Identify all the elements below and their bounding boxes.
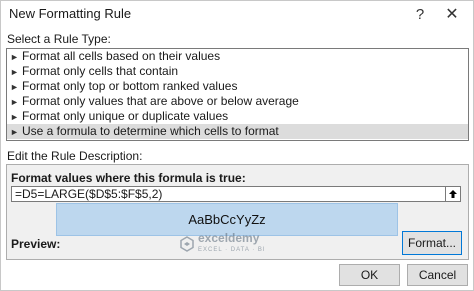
format-button[interactable]: Format... [402, 231, 462, 255]
cancel-button[interactable]: Cancel [407, 264, 468, 286]
arrow-right-icon: ► [10, 112, 19, 122]
rule-type-item[interactable]: ► Format only cells that contain [7, 64, 468, 79]
help-button[interactable]: ? [405, 1, 435, 27]
exceldemy-watermark: exceldemy EXCEL · DATA · BI [179, 232, 266, 256]
formula-value: =D5=LARGE($D$5:$F$5,2) [15, 187, 163, 201]
rule-type-item[interactable]: ► Format only top or bottom ranked values [7, 79, 468, 94]
ok-button[interactable]: OK [339, 264, 400, 286]
rule-type-item-label: Format all cells based on their values [22, 49, 221, 63]
title-bar: New Formatting Rule ? ✕ [1, 1, 473, 27]
rule-type-item-label: Format only cells that contain [22, 64, 179, 78]
watermark-name: exceldemy [198, 231, 260, 245]
rule-type-item-label: Format only values that are above or bel… [22, 94, 299, 108]
arrow-right-icon: ► [10, 67, 19, 77]
arrow-right-icon: ► [10, 127, 19, 137]
preview-label: Preview: [11, 237, 61, 251]
arrow-up-icon [449, 190, 457, 198]
collapse-dialog-button[interactable] [445, 187, 460, 201]
new-formatting-rule-dialog: New Formatting Rule ? ✕ Select a Rule Ty… [0, 0, 474, 291]
rule-type-item-label: Format only top or bottom ranked values [22, 79, 238, 93]
watermark-tagline: EXCEL · DATA · BI [198, 247, 266, 253]
formula-label: Format values where this formula is true… [11, 171, 246, 185]
arrow-right-icon: ► [10, 82, 19, 92]
rule-description-label: Edit the Rule Description: [7, 149, 143, 163]
arrow-right-icon: ► [10, 97, 19, 107]
rule-type-item[interactable]: ► Format only values that are above or be… [7, 94, 468, 109]
rule-type-item-label: Format only unique or duplicate values [22, 109, 229, 123]
close-button[interactable]: ✕ [437, 1, 467, 27]
dialog-title: New Formatting Rule [9, 6, 132, 21]
rule-type-list[interactable]: ► Format all cells based on their values … [6, 48, 469, 141]
rule-type-item[interactable]: ► Format only unique or duplicate values [7, 109, 468, 124]
rule-type-item-selected[interactable]: ► Use a formula to determine which cells … [7, 124, 468, 139]
exceldemy-logo-icon [180, 236, 194, 252]
rule-type-item-label: Use a formula to determine which cells t… [22, 124, 279, 138]
formula-input[interactable]: =D5=LARGE($D$5:$F$5,2) [11, 186, 461, 202]
rule-type-item[interactable]: ► Format all cells based on their values [7, 49, 468, 64]
arrow-right-icon: ► [10, 52, 19, 62]
rule-type-label: Select a Rule Type: [7, 32, 111, 46]
